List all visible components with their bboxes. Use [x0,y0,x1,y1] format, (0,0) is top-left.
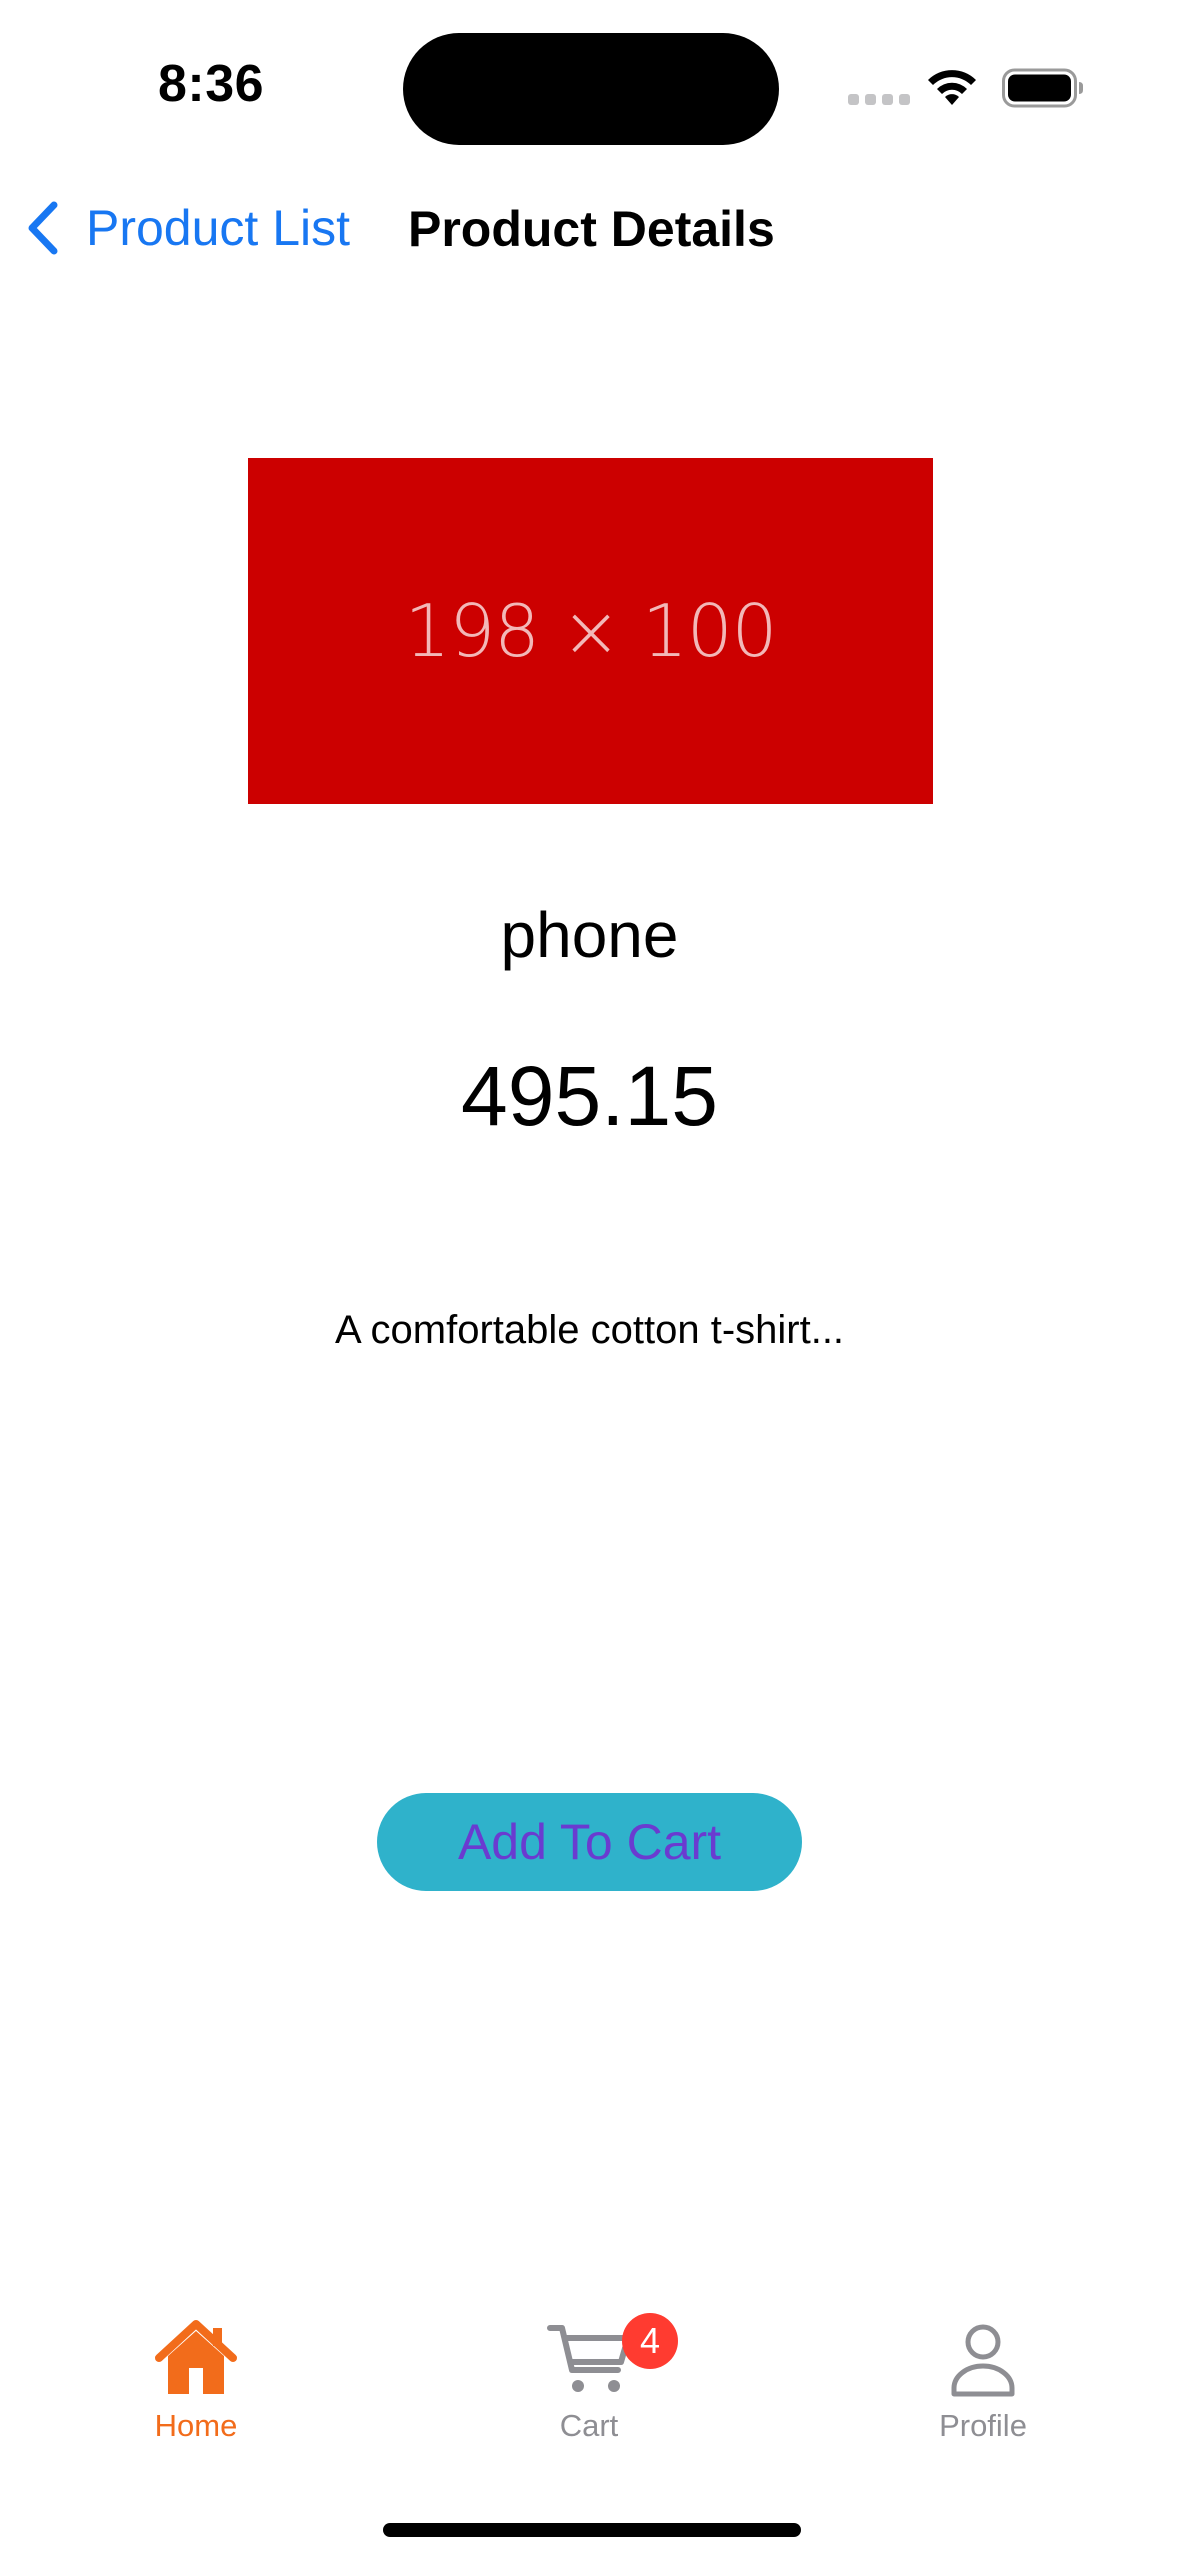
tab-home-label: Home [154,2408,238,2443]
tab-cart-label: Cart [559,2408,619,2443]
product-details-screen: 8:36 Product List Product Details 198 × … [0,0,1179,2556]
product-image: 198 × 100 [248,458,933,804]
cart-icon [547,2325,631,2392]
profile-icon [951,2324,1015,2397]
home-indicator [383,2523,801,2537]
product-description: A comfortable cotton t-shirt... [334,1308,845,1352]
status-time: 8:36 [158,55,265,113]
battery-icon [1002,68,1083,108]
add-to-cart-button[interactable]: Add To Cart [377,1793,802,1891]
home-icon [155,2320,237,2394]
tab-profile-label: Profile [939,2408,1027,2443]
tab-home[interactable]: Home [96,2316,296,2456]
tab-cart[interactable]: 4 Cart [489,2313,689,2456]
back-button[interactable]: Product List [24,196,350,260]
product-price: 495.15 [461,1049,718,1143]
product-name: phone [500,899,679,971]
tab-profile[interactable]: Profile [883,2316,1083,2456]
cart-badge: 4 [622,2313,678,2369]
wifi-icon [928,70,976,105]
chevron-left-icon [28,201,58,255]
tab-bar: Home 4 Cart Profile [0,2313,1179,2476]
product-image-placeholder-text: 198 × 100 [404,589,778,673]
dynamic-island [403,33,779,145]
cellular-signal-icon [848,94,910,105]
back-button-label: Product List [86,200,351,256]
page-title: Product Details [408,201,775,257]
